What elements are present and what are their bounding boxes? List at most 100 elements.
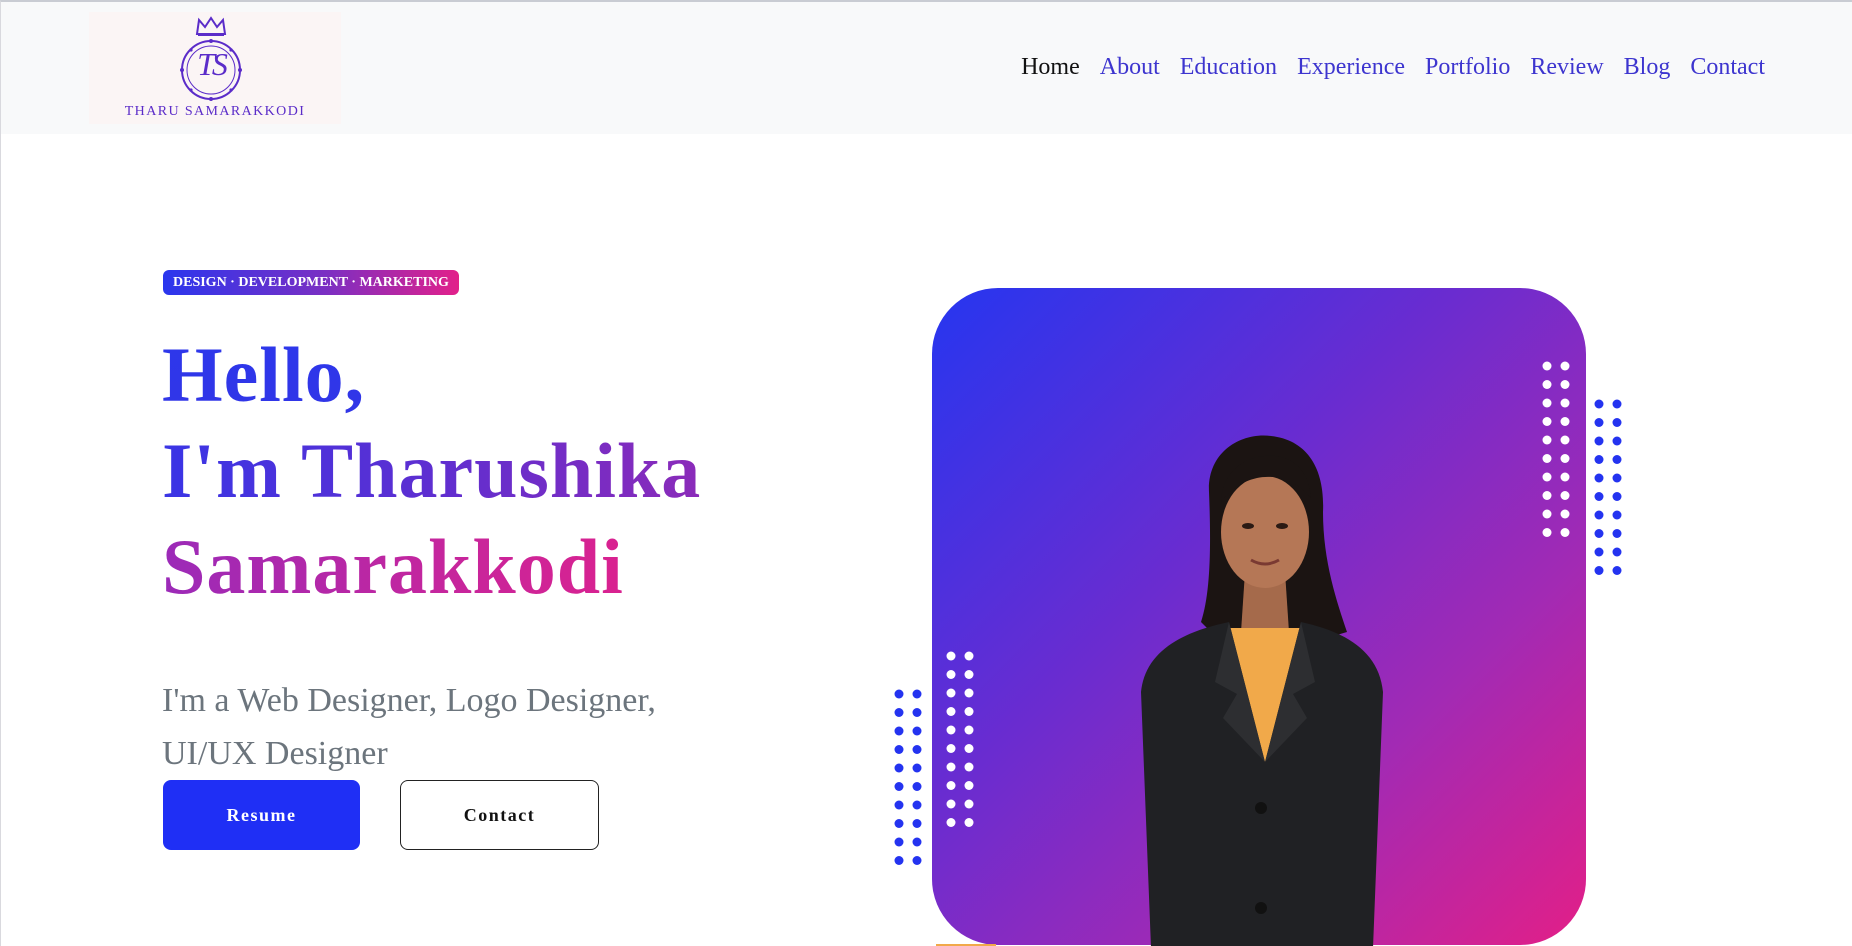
portrait-image xyxy=(1141,435,1383,946)
decor-dot xyxy=(894,837,904,847)
decor-dot xyxy=(912,726,922,736)
decor-dot xyxy=(1560,491,1570,500)
logo-initials: TS xyxy=(197,46,228,82)
decor-dot xyxy=(964,781,974,790)
decor-dot xyxy=(1560,454,1570,463)
nav-about[interactable]: About xyxy=(1100,54,1160,81)
decor-dot xyxy=(894,856,904,865)
decor-dot xyxy=(1542,398,1552,408)
nav-experience[interactable]: Experience xyxy=(1297,54,1405,81)
hero-subtitle: I'm a Web Designer, Logo Designer, UI/UX… xyxy=(162,682,656,772)
decor-dot xyxy=(1542,417,1552,426)
tagline-badge: DESIGN · DEVELOPMENT · MARKETING xyxy=(163,270,459,295)
hero-title: Hello, I'm Tharushika Samarakkodi xyxy=(162,327,701,615)
decor-dot xyxy=(1594,436,1604,446)
page: TS THARU SAMARAKKODI Home About Educatio… xyxy=(0,0,1852,946)
decor-dot xyxy=(1612,399,1622,409)
decor-dot xyxy=(1542,380,1552,389)
decor-dot xyxy=(946,707,956,716)
decor-dot xyxy=(964,670,974,679)
decor-dot xyxy=(1542,472,1552,482)
decor-dot xyxy=(946,818,956,827)
decor-dot xyxy=(1560,435,1570,445)
decor-dot xyxy=(964,688,974,698)
decor-dot xyxy=(1612,418,1622,427)
decor-dot xyxy=(1612,547,1622,557)
decor-dot xyxy=(1560,417,1570,426)
decor-dot xyxy=(1560,398,1570,408)
decor-dot xyxy=(1594,399,1604,409)
hero-title-line-3: Samarakkodi xyxy=(162,519,701,615)
decor-dot xyxy=(964,707,974,716)
decor-dot xyxy=(946,762,956,772)
decor-dot xyxy=(964,762,974,772)
navbar: TS THARU SAMARAKKODI Home About Educatio… xyxy=(1,2,1852,134)
brand-logo[interactable]: TS THARU SAMARAKKODI xyxy=(89,12,341,124)
decor-dot xyxy=(946,781,956,790)
dot-pattern-blue-top xyxy=(1594,399,1622,575)
decor-dot xyxy=(1612,473,1622,483)
decor-dot xyxy=(1612,529,1622,538)
nav-education[interactable]: Education xyxy=(1180,54,1277,81)
decor-dot xyxy=(1560,380,1570,389)
decor-dot xyxy=(912,800,922,810)
decor-dot xyxy=(894,800,904,810)
decor-dot xyxy=(1594,418,1604,427)
decor-dot xyxy=(912,689,922,699)
decor-dot xyxy=(1594,510,1604,520)
decor-dot xyxy=(894,763,904,773)
decor-dot xyxy=(912,856,922,865)
decor-dot xyxy=(946,688,956,698)
decor-dot xyxy=(1542,509,1552,519)
nav-home[interactable]: Home xyxy=(1021,54,1080,81)
decor-dot xyxy=(1560,472,1570,482)
decor-dot xyxy=(964,799,974,809)
decor-dot xyxy=(1542,361,1552,371)
crown-icon xyxy=(195,16,227,36)
logo-text: THARU SAMARAKKODI xyxy=(124,104,306,119)
decor-dot xyxy=(894,708,904,717)
decor-dot xyxy=(912,708,922,717)
decor-dot xyxy=(894,745,904,754)
decor-dot xyxy=(1612,492,1622,501)
decor-dot xyxy=(912,745,922,754)
decor-dot xyxy=(964,744,974,753)
hero-title-line-1: Hello, xyxy=(162,327,701,423)
dot-pattern-blue-bottom xyxy=(894,689,922,865)
decor-dot xyxy=(964,725,974,735)
decor-dot xyxy=(1542,454,1552,463)
nav-blog[interactable]: Blog xyxy=(1624,54,1671,81)
decor-dot xyxy=(1542,435,1552,445)
decor-dot xyxy=(1594,455,1604,464)
decor-dot xyxy=(912,763,922,773)
contact-button[interactable]: Contact xyxy=(400,780,599,850)
decor-dot xyxy=(1542,528,1552,537)
resume-button[interactable]: Resume xyxy=(163,780,360,850)
nav-contact[interactable]: Contact xyxy=(1690,54,1765,81)
decor-dot xyxy=(1594,529,1604,538)
nav-review[interactable]: Review xyxy=(1530,54,1603,81)
decor-dot xyxy=(946,651,956,661)
decor-dot xyxy=(1594,492,1604,501)
decor-dot xyxy=(894,726,904,736)
decor-dot xyxy=(946,725,956,735)
decor-dot xyxy=(1612,436,1622,446)
decor-dot xyxy=(1612,510,1622,520)
decor-dot xyxy=(964,818,974,827)
dot-pattern-white-top xyxy=(1542,361,1570,537)
decor-dot xyxy=(912,837,922,847)
decor-dot xyxy=(1560,361,1570,371)
decor-dot xyxy=(1594,547,1604,557)
decor-dot xyxy=(1542,491,1552,500)
decor-dot xyxy=(894,819,904,828)
decor-dot xyxy=(912,819,922,828)
decor-dot xyxy=(946,744,956,753)
nav-portfolio[interactable]: Portfolio xyxy=(1425,54,1510,81)
decor-dot xyxy=(1560,509,1570,519)
decor-dot xyxy=(946,799,956,809)
decor-dot xyxy=(912,782,922,791)
decor-dot xyxy=(894,782,904,791)
decor-dot xyxy=(1612,566,1622,575)
decor-dot xyxy=(1560,528,1570,537)
decor-dot xyxy=(894,689,904,699)
